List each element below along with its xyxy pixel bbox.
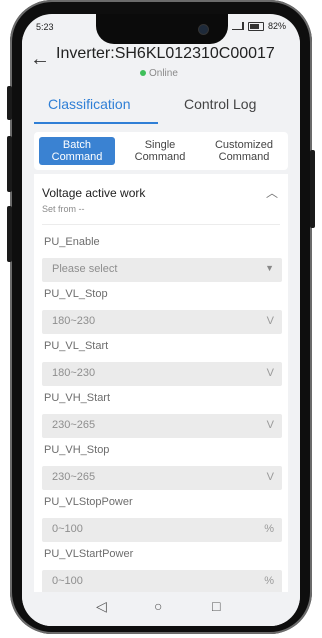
section-title: Voltage active work bbox=[42, 186, 146, 200]
pu-vl-start-input[interactable]: 180~230 V bbox=[42, 362, 282, 386]
pu-vlstoppower-input[interactable]: 0~100 % bbox=[42, 518, 282, 542]
pu-vl-stop-input[interactable]: 180~230 V bbox=[42, 310, 282, 334]
app-screen: 5:23 82% ← Inverter:SH6KL012310C00017 On… bbox=[22, 14, 300, 626]
system-nav-bar: ◁ ○ □ bbox=[22, 592, 300, 626]
customized-command-button[interactable]: Customized Command bbox=[202, 137, 286, 165]
pu-vh-start-input[interactable]: 230~265 V bbox=[42, 414, 282, 438]
nav-back-icon[interactable]: ◁ bbox=[96, 598, 107, 615]
divider bbox=[42, 224, 280, 225]
status-time: 5:23 bbox=[36, 22, 54, 32]
phone-volume-down-button bbox=[7, 206, 12, 262]
single-command-button[interactable]: Single Command bbox=[122, 137, 198, 165]
pu-vlstoppower-unit: % bbox=[264, 523, 274, 535]
command-type-selector: Batch Command Single Command Customized … bbox=[34, 132, 288, 170]
pu-enable-placeholder: Please select bbox=[52, 263, 118, 275]
phone-side-button bbox=[7, 86, 12, 120]
field-label-pu-vl-start: PU_VL_Start bbox=[44, 340, 109, 352]
section-subtitle: Set from -- bbox=[42, 204, 85, 214]
pu-enable-select[interactable]: Please select ▼ bbox=[42, 258, 282, 282]
online-dot-icon bbox=[140, 70, 146, 77]
pu-vl-start-placeholder: 180~230 bbox=[52, 367, 96, 379]
phone-power-button bbox=[310, 150, 315, 228]
field-label-pu-enable: PU_Enable bbox=[44, 236, 100, 248]
online-status-text: Online bbox=[149, 68, 178, 79]
pu-vh-stop-input[interactable]: 230~265 V bbox=[42, 466, 282, 490]
pu-vh-stop-unit: V bbox=[266, 471, 274, 483]
nav-home-icon[interactable]: ○ bbox=[154, 598, 162, 614]
front-camera bbox=[198, 24, 209, 35]
status-icons: 82% bbox=[231, 21, 286, 31]
phone-volume-up-button bbox=[7, 136, 12, 192]
pu-vlstartpower-unit: % bbox=[264, 575, 274, 587]
pu-vlstartpower-input[interactable]: 0~100 % bbox=[42, 570, 282, 594]
pu-vlstartpower-placeholder: 0~100 bbox=[52, 575, 83, 587]
tab-classification[interactable]: Classification bbox=[48, 96, 130, 112]
field-label-pu-vh-stop: PU_VH_Stop bbox=[44, 444, 110, 456]
caret-down-icon: ▼ bbox=[265, 263, 274, 273]
page-title: Inverter:SH6KL012310C00017 bbox=[56, 45, 275, 62]
nav-recent-icon[interactable]: □ bbox=[212, 598, 220, 614]
pu-vl-stop-placeholder: 180~230 bbox=[52, 315, 96, 327]
field-label-pu-vl-stop: PU_VL_Stop bbox=[44, 288, 108, 300]
online-status: Online bbox=[140, 68, 178, 79]
pu-vl-start-unit: V bbox=[266, 367, 274, 379]
field-label-pu-vlstoppower: PU_VLStopPower bbox=[44, 496, 133, 508]
field-label-pu-vlstartpower: PU_VLStartPower bbox=[44, 548, 134, 560]
signal-icon bbox=[231, 22, 244, 30]
pu-vl-stop-unit: V bbox=[266, 315, 274, 327]
pu-vh-stop-placeholder: 230~265 bbox=[52, 471, 96, 483]
field-label-pu-vh-start: PU_VH_Start bbox=[44, 392, 111, 404]
tab-control-log[interactable]: Control Log bbox=[184, 96, 256, 112]
voltage-active-work-panel: Voltage active work ︿ Set from -- PU_Ena… bbox=[34, 174, 288, 626]
battery-percent: 82% bbox=[267, 21, 286, 31]
tab-bar: Classification Control Log bbox=[22, 94, 300, 124]
arrow-left-icon[interactable]: ← bbox=[30, 48, 50, 71]
pu-vh-start-placeholder: 230~265 bbox=[52, 419, 96, 431]
batch-command-button[interactable]: Batch Command bbox=[39, 137, 115, 165]
active-tab-indicator bbox=[34, 122, 158, 124]
page-header: ← Inverter:SH6KL012310C00017 Online bbox=[22, 36, 300, 94]
battery-icon bbox=[247, 21, 264, 31]
pu-vlstoppower-placeholder: 0~100 bbox=[52, 523, 83, 535]
pu-vh-start-unit: V bbox=[266, 419, 274, 431]
chevron-up-icon[interactable]: ︿ bbox=[266, 184, 278, 201]
